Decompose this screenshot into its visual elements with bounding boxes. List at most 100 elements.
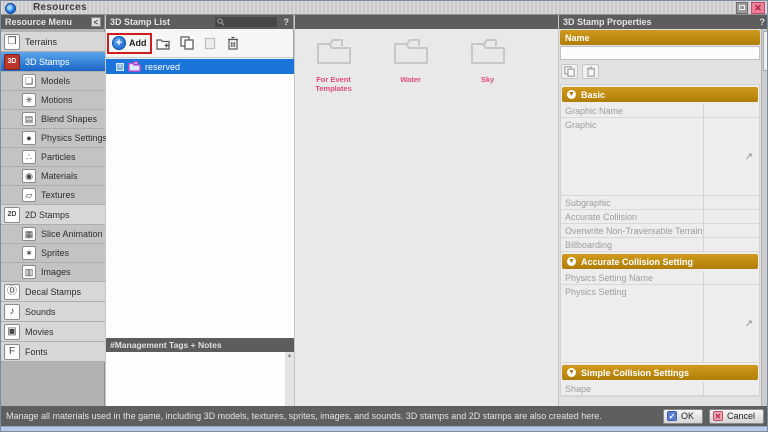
collapse-sidebar-button[interactable]: < (91, 17, 101, 27)
content-header-bar (295, 15, 558, 29)
name-input[interactable] (561, 51, 759, 63)
new-folder-icon (156, 38, 170, 50)
copy-property-button[interactable] (561, 64, 578, 79)
materials-icon: ◉ (22, 169, 36, 183)
property-value[interactable] (703, 210, 759, 223)
search-input[interactable] (215, 17, 277, 27)
property-row-graphic[interactable]: Graphic ↗ (561, 118, 759, 196)
property-value[interactable] (703, 104, 759, 117)
diagonal-arrow-icon[interactable]: ↗ (745, 318, 753, 329)
sprites-icon: ✶ (22, 246, 36, 260)
chevron-down-icon: ▼ (567, 368, 576, 377)
sidebar-item-label: Textures (41, 190, 76, 200)
properties-toolbar (561, 64, 599, 79)
sidebar-item-3d-stamps[interactable]: 3D 3D Stamps (1, 52, 105, 72)
add-button[interactable]: + Add (112, 36, 147, 50)
properties-header: 3D Stamp Properties ? (559, 15, 767, 29)
window-bottom-edge (1, 426, 767, 431)
sidebar-item-label: Models (41, 76, 71, 86)
property-value[interactable]: ↗ (703, 285, 759, 362)
close-button[interactable]: ✕ (751, 2, 765, 14)
sidebar-item-label: Images (41, 267, 71, 277)
add-icon: + (112, 36, 126, 50)
resource-menu-header: Resource Menu < (1, 15, 104, 29)
sidebar-item-motions[interactable]: ✳ Motions (1, 91, 105, 110)
properties-title: 3D Stamp Properties (563, 17, 652, 27)
trash-icon (586, 66, 595, 77)
diagonal-arrow-icon[interactable]: ↗ (745, 151, 753, 162)
sidebar-item-particles[interactable]: ∴ Particles (1, 148, 105, 167)
section-bar-accurate-collision-setting[interactable]: ▼ Accurate Collision Setting (562, 254, 758, 269)
delete-property-button[interactable] (582, 64, 599, 79)
sidebar-item-movies[interactable]: ▣ Movies (1, 322, 105, 342)
scroll-up-icon[interactable]: ▲ (287, 353, 293, 359)
property-row-shape[interactable]: Shape (561, 382, 759, 396)
stamp-list-panel: 3D Stamp List ? + Add + reserved #Manage… (106, 15, 294, 418)
property-value[interactable] (703, 196, 759, 209)
folder-icon (316, 39, 351, 64)
trash-icon (227, 36, 238, 50)
sidebar-item-materials[interactable]: ◉ Materials (1, 167, 105, 186)
sidebar-item-label: Sounds (25, 306, 56, 317)
sidebar-item-sounds[interactable]: ♪ Sounds (1, 302, 105, 322)
property-value[interactable] (703, 224, 759, 237)
properties-help-button[interactable]: ? (760, 15, 766, 29)
sidebar-item-textures[interactable]: ▱ Textures (1, 186, 105, 205)
property-value[interactable] (703, 238, 759, 251)
paste-button[interactable] (201, 35, 219, 51)
content-folder-for-event-templates[interactable]: For Event Templates (301, 37, 366, 94)
property-row-accurate-collision[interactable]: Accurate Collision (561, 210, 759, 224)
content-folder-water[interactable]: Water (378, 37, 443, 94)
section-title: Accurate Collision Setting (581, 256, 694, 267)
property-row-physics-setting-name[interactable]: Physics Setting Name (561, 271, 759, 285)
property-label: Overwrite Non-Traversable Terrain (565, 226, 703, 236)
decal-stamps-icon: Ⓓ (4, 283, 20, 300)
sidebar-item-models[interactable]: ❏ Models (1, 72, 105, 91)
property-value[interactable] (703, 271, 759, 284)
sidebar-item-terrains[interactable]: ❒ Terrains (1, 32, 105, 52)
property-row-graphic-name[interactable]: Graphic Name (561, 104, 759, 118)
ok-button[interactable]: ✓ OK (662, 408, 703, 424)
sidebar-item-slice-animation[interactable]: ▦ Slice Animation (1, 225, 105, 244)
sidebar-item-decal-stamps[interactable]: Ⓓ Decal Stamps (1, 282, 105, 302)
section-title: Simple Collision Settings (581, 367, 690, 378)
properties-scrollbar[interactable] (761, 29, 767, 406)
sidebar-item-physics-settings[interactable]: ● Physics Settings (1, 129, 108, 148)
section-bar-basic[interactable]: ▼ Basic (562, 87, 758, 102)
property-value[interactable]: ↗ (703, 118, 759, 195)
sidebar-item-label: 3D Stamps (25, 56, 70, 67)
sidebar-item-label: Terrains (25, 36, 58, 47)
app-icon (5, 3, 16, 14)
stamp-list-header: 3D Stamp List ? (106, 15, 293, 29)
sidebar-item-label: Blend Shapes (41, 114, 98, 124)
tree-item-reserved[interactable]: + reserved (106, 59, 294, 74)
property-row-billboarding[interactable]: Billboarding (561, 238, 759, 252)
status-text: Manage all materials used in the game, i… (6, 411, 602, 421)
sidebar-item-label: Physics Settings (41, 133, 108, 143)
duplicate-button[interactable] (178, 35, 196, 51)
property-row-subgraphic[interactable]: Subgraphic (561, 196, 759, 210)
sidebar-item-images[interactable]: ▥ Images (1, 263, 105, 282)
delete-button[interactable] (224, 35, 242, 51)
sidebar-item-2d-stamps[interactable]: 2D 2D Stamps (1, 205, 105, 225)
cancel-button[interactable]: ✕ Cancel (708, 408, 764, 424)
blend-shapes-icon: ▤ (22, 112, 36, 126)
folder-label: Sky (480, 75, 495, 84)
sidebar-item-fonts[interactable]: F Fonts (1, 342, 105, 362)
motions-icon: ✳ (22, 93, 36, 107)
tree-item-label: reserved (145, 61, 181, 72)
property-value[interactable] (703, 382, 759, 395)
expand-icon[interactable]: + (116, 62, 124, 71)
resource-menu-title: Resource Menu (5, 17, 73, 27)
sidebar-item-blend-shapes[interactable]: ▤ Blend Shapes (1, 110, 105, 129)
stamp-list-help-button[interactable]: ? (284, 15, 290, 29)
property-row-physics-setting[interactable]: Physics Setting ↗ (561, 285, 759, 363)
property-row-overwrite-non-traversable-terrain[interactable]: Overwrite Non-Traversable Terrain (561, 224, 759, 238)
physics-settings-icon: ● (22, 131, 36, 145)
maximize-button[interactable] (736, 2, 748, 14)
sidebar-item-sprites[interactable]: ✶ Sprites (1, 244, 105, 263)
new-folder-button[interactable] (155, 35, 173, 51)
stamp-properties-panel: 3D Stamp Properties ? Name ▼ Basic Graph… (559, 15, 767, 406)
section-bar-simple-collision-settings[interactable]: ▼ Simple Collision Settings (562, 365, 758, 380)
content-folder-sky[interactable]: Sky (455, 37, 520, 94)
